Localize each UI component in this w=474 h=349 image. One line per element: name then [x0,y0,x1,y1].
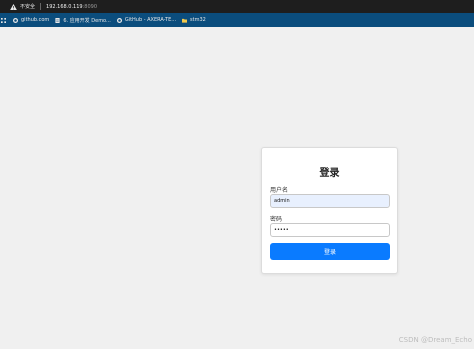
bookmark-label: GitHub - AXERA-TE... [124,17,177,23]
github-icon [116,17,122,23]
bookmark-label: 6. 应用开发 Demo... [63,17,111,24]
address-bar: 不安全 192.168.0.119:8090 [0,0,474,13]
bookmark-github-axera[interactable]: GitHub - AXERA-TE... [116,17,177,23]
url-text[interactable]: 192.168.0.119:8090 [46,4,97,10]
login-title: 登录 [319,168,340,179]
username-input[interactable]: admin [270,194,390,208]
doc-icon [55,17,60,23]
bookmark-label: github.com [21,17,50,23]
username-label: 用户名 [270,187,289,194]
github-icon [13,17,18,23]
apps-grid-icon[interactable] [1,17,6,23]
watermark: CSDN @Dream_Echo [398,336,472,344]
warning-icon[interactable] [10,3,17,10]
login-card: 登录 用户名 admin 密码 ••••• 登录 [261,147,398,274]
password-input[interactable]: ••••• [270,223,390,237]
url-host: 192.168.0.119 [46,3,83,10]
url-port: :8090 [82,3,98,10]
bookmark-label: stm32 [190,17,206,23]
password-label: 密码 [270,216,283,223]
divider [40,3,42,10]
security-status[interactable]: 不安全 [20,3,35,10]
login-button[interactable]: 登录 [270,243,390,260]
bookmarks-bar: github.com 6. 应用开发 Demo... GitHub - AXER… [0,13,474,27]
folder-icon [182,18,188,23]
bookmark-github-com[interactable]: github.com [13,17,49,23]
bookmark-app-demo[interactable]: 6. 应用开发 Demo... [55,17,111,24]
bookmark-stm32[interactable]: stm32 [182,17,206,23]
